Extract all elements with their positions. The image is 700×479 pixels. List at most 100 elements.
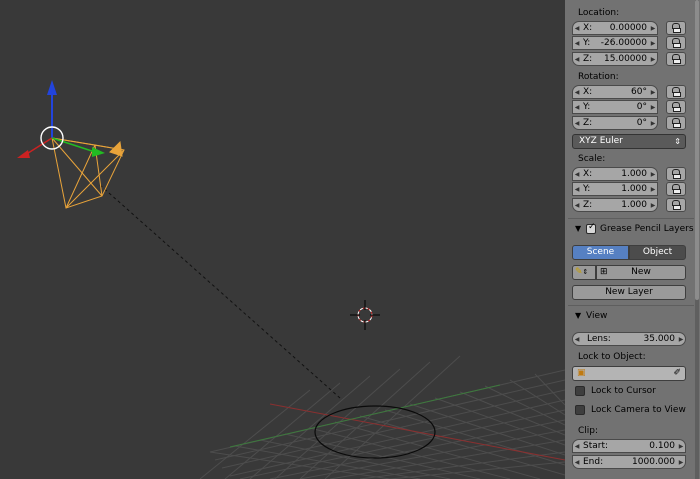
- increment-arrow-icon[interactable]: ▶: [649, 202, 657, 209]
- rotation-x-field[interactable]: ◀ X: 60° ▶: [572, 85, 658, 99]
- lock-rotation-z-button[interactable]: [666, 116, 686, 130]
- lock-location-y-button[interactable]: [666, 36, 686, 50]
- decrement-arrow-icon[interactable]: ◀: [573, 40, 581, 47]
- cube-icon: ▣: [577, 368, 586, 378]
- increment-arrow-icon[interactable]: ▶: [649, 25, 657, 32]
- new-layer-button[interactable]: New Layer: [572, 285, 686, 300]
- increment-arrow-icon[interactable]: ▶: [649, 120, 657, 127]
- increment-arrow-icon[interactable]: ▶: [677, 443, 685, 450]
- axis-label: X:: [583, 87, 593, 97]
- lock-to-cursor-checkbox[interactable]: [575, 386, 585, 396]
- divider: [568, 305, 694, 306]
- 3d-cursor: [350, 300, 380, 330]
- scale-z-field[interactable]: ◀ Z: 1.000 ▶: [572, 198, 658, 212]
- rotation-y-field[interactable]: ◀ Y: 0° ▶: [572, 100, 658, 114]
- grid-y-axis-line: [229, 384, 501, 448]
- increment-arrow-icon[interactable]: ▶: [649, 89, 657, 96]
- decrement-arrow-icon[interactable]: ◀: [573, 25, 581, 32]
- increment-arrow-icon[interactable]: ▶: [649, 40, 657, 47]
- decrement-arrow-icon[interactable]: ◀: [573, 443, 581, 450]
- location-y-field[interactable]: ◀ Y: -26.00000 ▶: [572, 36, 658, 50]
- lock-object-field[interactable]: ▣ ✐: [572, 366, 686, 381]
- panel-scrollbar[interactable]: [695, 0, 699, 479]
- decrement-arrow-icon[interactable]: ◀: [573, 202, 581, 209]
- rotation-x-value: 60°: [631, 87, 647, 97]
- grease-pencil-title: Grease Pencil Layers: [600, 224, 694, 234]
- grease-pencil-browse[interactable]: ✎⇕: [572, 265, 596, 280]
- clip-start-value: 0.100: [649, 441, 675, 451]
- floor-grid: [199, 355, 565, 479]
- decrement-arrow-icon[interactable]: ◀: [573, 89, 581, 96]
- updown-arrows-icon: ⇕: [674, 137, 681, 146]
- grease-pencil-panel-header[interactable]: ▼ ✓ Grease Pencil Layers: [565, 222, 695, 238]
- location-z-field[interactable]: ◀ Z: 15.00000 ▶: [572, 52, 658, 66]
- clip-end-label: End:: [583, 457, 604, 467]
- axis-label: Z:: [583, 54, 593, 64]
- increment-arrow-icon[interactable]: ▶: [677, 459, 685, 466]
- expand-triangle-icon[interactable]: ▼: [575, 311, 581, 320]
- clip-label: Clip:: [578, 426, 599, 436]
- x-axis-arrow: [17, 150, 30, 158]
- properties-panel: Location: ◀ X: 0.00000 ▶ ◀ Y: -26.00000 …: [565, 0, 700, 479]
- lock-scale-x-button[interactable]: [666, 167, 686, 181]
- decrement-arrow-icon[interactable]: ◀: [573, 171, 581, 178]
- decrement-arrow-icon[interactable]: ◀: [573, 186, 581, 193]
- scale-y-field[interactable]: ◀ Y: 1.000 ▶: [572, 182, 658, 196]
- lock-to-cursor-label: Lock to Cursor: [591, 386, 656, 396]
- location-y-value: -26.00000: [600, 38, 647, 48]
- lens-field[interactable]: ◀ Lens: 35.000 ▶: [572, 332, 686, 346]
- decrement-arrow-icon[interactable]: ◀: [573, 336, 581, 343]
- axis-label: Y:: [583, 38, 591, 48]
- rotation-mode-value: XYZ Euler: [579, 136, 623, 146]
- tab-scene[interactable]: Scene: [572, 245, 629, 260]
- increment-arrow-icon[interactable]: ▶: [649, 56, 657, 63]
- lens-value: 35.000: [643, 334, 676, 344]
- clip-start-field[interactable]: ◀ Start: 0.100 ▶: [572, 439, 686, 453]
- rotation-z-field[interactable]: ◀ Z: 0° ▶: [572, 116, 658, 130]
- expand-triangle-icon[interactable]: ▼: [575, 224, 581, 233]
- view-title: View: [586, 311, 608, 321]
- decrement-arrow-icon[interactable]: ◀: [573, 120, 581, 127]
- rotation-label: Rotation:: [578, 72, 619, 82]
- eyedropper-icon[interactable]: ✐: [673, 367, 681, 380]
- scale-z-value: 1.000: [621, 200, 647, 210]
- axis-label: Y:: [583, 102, 591, 112]
- lock-camera-to-view-checkbox[interactable]: [575, 405, 585, 415]
- camera-object: [51, 137, 125, 209]
- lock-rotation-x-button[interactable]: [666, 85, 686, 99]
- scale-y-value: 1.000: [621, 184, 647, 194]
- lock-location-x-button[interactable]: [666, 21, 686, 35]
- view-panel-header[interactable]: ▼ View: [565, 309, 695, 325]
- rotation-mode-dropdown[interactable]: XYZ Euler ⇕: [572, 134, 686, 149]
- divider: [568, 218, 694, 219]
- axis-label: Z:: [583, 200, 593, 210]
- increment-arrow-icon[interactable]: ▶: [649, 171, 657, 178]
- lock-scale-y-button[interactable]: [666, 182, 686, 196]
- location-label: Location:: [578, 8, 620, 18]
- scale-label: Scale:: [578, 154, 606, 164]
- increment-arrow-icon[interactable]: ▶: [649, 104, 657, 111]
- scrollbar-thumb[interactable]: [695, 0, 699, 300]
- grease-pencil-checkbox[interactable]: ✓: [586, 222, 596, 234]
- z-axis-arrow: [47, 80, 57, 95]
- pencil-icon: ✎: [575, 267, 583, 277]
- increment-arrow-icon[interactable]: ▶: [677, 336, 685, 343]
- lock-scale-z-button[interactable]: [666, 198, 686, 212]
- clip-end-field[interactable]: ◀ End: 1000.000 ▶: [572, 455, 686, 469]
- decrement-arrow-icon[interactable]: ◀: [573, 459, 581, 466]
- scale-x-field[interactable]: ◀ X: 1.000 ▶: [572, 167, 658, 181]
- tab-object[interactable]: Object: [629, 245, 686, 260]
- rotation-z-value: 0°: [636, 118, 647, 128]
- camera-target-line: [99, 184, 341, 399]
- rotation-y-value: 0°: [636, 102, 647, 112]
- decrement-arrow-icon[interactable]: ◀: [573, 56, 581, 63]
- decrement-arrow-icon[interactable]: ◀: [573, 104, 581, 111]
- lock-location-z-button[interactable]: [666, 52, 686, 66]
- plus-icon: ⊞: [600, 267, 608, 277]
- lens-label: Lens:: [587, 334, 611, 344]
- location-x-field[interactable]: ◀ X: 0.00000 ▶: [572, 21, 658, 35]
- grease-pencil-new-button[interactable]: ⊞ New: [596, 265, 686, 280]
- 3d-viewport[interactable]: [0, 0, 565, 479]
- increment-arrow-icon[interactable]: ▶: [649, 186, 657, 193]
- lock-rotation-y-button[interactable]: [666, 100, 686, 114]
